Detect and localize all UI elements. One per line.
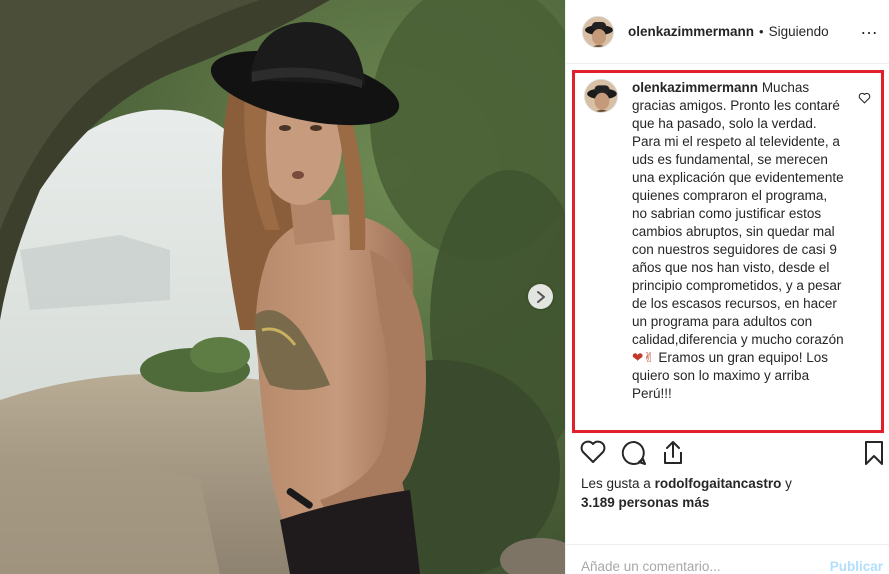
more-options-icon[interactable]: … xyxy=(860,19,879,37)
header-separator: • xyxy=(759,24,764,39)
publish-button[interactable]: Publicar xyxy=(830,559,883,574)
likes-prefix: Les gusta a xyxy=(581,476,655,491)
following-button[interactable]: Siguiendo xyxy=(769,24,829,39)
share-icon[interactable] xyxy=(662,440,684,466)
post-header: olenkazimmermann • Siguiendo … xyxy=(566,0,889,64)
comment-bubble-icon[interactable] xyxy=(621,440,647,466)
post-actions xyxy=(580,440,885,470)
avatar-image xyxy=(583,16,613,47)
avatar-image xyxy=(585,80,617,112)
next-photo-button[interactable] xyxy=(528,284,553,309)
like-heart-icon[interactable] xyxy=(580,440,606,464)
likes-user[interactable]: rodolfogaitancastro xyxy=(655,476,782,491)
caption-text: olenkazimmermann Muchas gracias amigos. … xyxy=(632,79,844,403)
comment-body-2: Eramos un gran equipo! Los quiero son lo… xyxy=(632,350,828,401)
comment-username[interactable]: olenkazimmermann xyxy=(632,80,758,95)
like-comment-heart-icon[interactable] xyxy=(858,92,871,104)
caption-comment: olenkazimmermann Muchas gracias amigos. … xyxy=(584,79,844,403)
post-username[interactable]: olenkazimmermann xyxy=(628,24,754,39)
comment-body-1: Muchas gracias amigos. Pronto les contar… xyxy=(632,80,844,347)
likes-summary: Les gusta a rodolfogaitancastro y 3.189 p… xyxy=(581,474,821,512)
save-bookmark-icon[interactable] xyxy=(864,440,884,466)
comment-emoji: ❤✌ xyxy=(632,350,655,365)
likes-middle: y xyxy=(781,476,792,491)
user-avatar[interactable] xyxy=(582,15,614,48)
comment-input[interactable] xyxy=(581,559,801,574)
chevron-right-icon xyxy=(536,290,545,303)
photo-illustration xyxy=(0,0,565,574)
add-comment-bar: Publicar xyxy=(565,544,889,574)
comment-avatar[interactable] xyxy=(584,79,618,113)
highlighted-caption: olenkazimmermann Muchas gracias amigos. … xyxy=(572,70,884,433)
likes-count[interactable]: 3.189 personas más xyxy=(581,495,709,510)
post-photo xyxy=(0,0,565,574)
